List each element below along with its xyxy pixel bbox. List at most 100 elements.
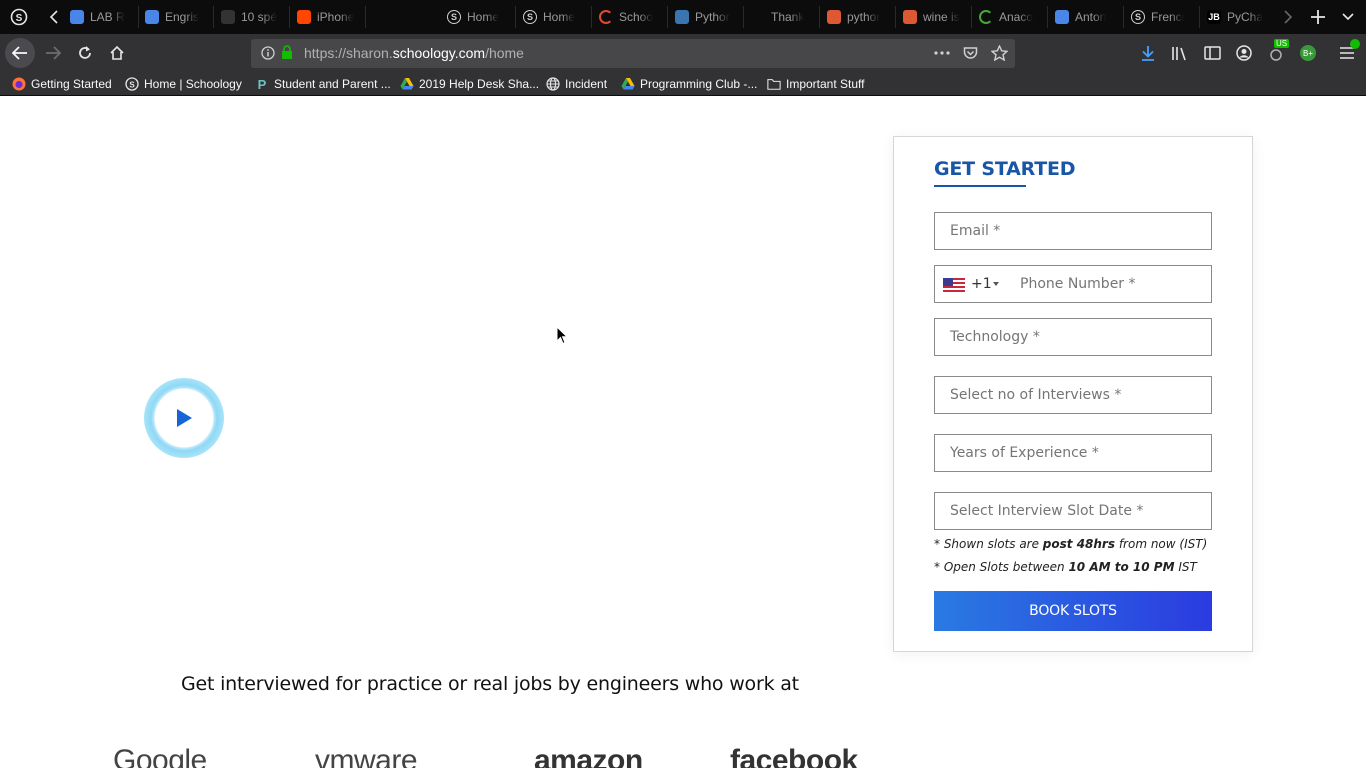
bookmark-label: Getting Started: [31, 77, 112, 91]
page-content: Get interviewed for practice or real job…: [0, 96, 1366, 768]
vpn-extension-button[interactable]: US: [1261, 38, 1291, 68]
bookmark-item[interactable]: S Home | Schoology: [125, 72, 242, 96]
tab-label: Thank: [771, 10, 805, 24]
google-docs-icon: [1055, 10, 1069, 24]
title-underline: [934, 185, 1026, 187]
svg-text:S: S: [16, 13, 23, 24]
tab-13[interactable]: S Frenci: [1123, 0, 1197, 34]
video-play-button[interactable]: [144, 378, 224, 458]
tab-label: Home: [467, 10, 500, 24]
tab-label: LAB R: [90, 10, 125, 24]
vpn-country-badge: US: [1274, 39, 1290, 48]
account-icon: [1236, 45, 1252, 61]
python-icon: [675, 10, 689, 24]
back-button[interactable]: [5, 38, 35, 68]
slot-date-placeholder: Select Interview Slot Date *: [950, 503, 1144, 519]
country-dial-code: +1: [971, 276, 992, 292]
email-placeholder: Email *: [950, 223, 1001, 239]
bookmark-item[interactable]: Getting Started: [12, 72, 112, 96]
tab-label: Engris: [165, 10, 200, 24]
reload-button[interactable]: [70, 38, 100, 68]
tab-8[interactable]: Thank: [743, 0, 817, 34]
bookmark-star-icon[interactable]: [991, 45, 1008, 61]
list-all-tabs-button[interactable]: [1336, 0, 1360, 34]
cfl-icon: [221, 10, 235, 24]
experience-field[interactable]: Years of Experience *: [934, 434, 1212, 472]
sidebar-button[interactable]: [1197, 38, 1227, 68]
blank-icon: [751, 10, 765, 24]
bookmark-item[interactable]: Important Stuff: [767, 72, 865, 96]
slots-note-text: * Shown slots are: [934, 537, 1043, 551]
tab-11[interactable]: Anaco: [971, 0, 1045, 34]
amazon-logo: amazon: [534, 744, 643, 768]
powerschool-icon: P: [255, 77, 269, 91]
tab-2[interactable]: 10 spé: [213, 0, 287, 34]
bplus-extension-button[interactable]: B+: [1293, 38, 1323, 68]
tab-label: PyCha: [1227, 10, 1264, 24]
bookmark-item[interactable]: Programming Club -...: [621, 72, 757, 96]
library-button[interactable]: [1165, 38, 1195, 68]
tab-label: pythor: [847, 10, 881, 24]
tab-9[interactable]: pythor: [819, 0, 893, 34]
tab-label: Schoo: [619, 10, 654, 24]
tab-1[interactable]: Engris: [137, 0, 211, 34]
info-icon[interactable]: [261, 46, 275, 60]
tab-label: iPhone: [317, 10, 355, 24]
form-title: GET STARTED: [934, 158, 1076, 180]
open-slots-note: * Open Slots between 10 AM to 10 PM IST: [934, 560, 1197, 574]
update-available-icon: [1350, 39, 1360, 49]
app-menu-button[interactable]: [1332, 38, 1362, 68]
tab-4[interactable]: S Home: [439, 0, 513, 34]
pocket-icon[interactable]: [963, 46, 978, 61]
downloads-button[interactable]: [1133, 38, 1163, 68]
globe-icon: [546, 77, 560, 91]
bookmark-label: Student and Parent ...: [274, 77, 391, 91]
google-docs-icon: [70, 10, 84, 24]
tab-label: Pythor: [695, 10, 730, 24]
book-slots-button[interactable]: BOOK SLOTS: [934, 591, 1212, 631]
schoology-pinned-tab[interactable]: S: [6, 0, 32, 34]
tab-5[interactable]: S Home: [515, 0, 589, 34]
interviews-select[interactable]: Select no of Interviews *: [934, 376, 1212, 414]
lock-icon[interactable]: [281, 45, 293, 60]
tab-14[interactable]: JB PyCha: [1199, 0, 1273, 34]
schoology-icon: S: [523, 10, 537, 24]
bookmark-item[interactable]: P Student and Parent ...: [255, 72, 391, 96]
get-started-form: GET STARTED Email * +1 Phone Number * Te…: [893, 136, 1253, 652]
forward-button[interactable]: [38, 38, 68, 68]
chevron-left-icon: [49, 10, 58, 24]
bookmark-item[interactable]: 2019 Help Desk Sha...: [400, 72, 539, 96]
tab-10[interactable]: wine is: [895, 0, 969, 34]
tab-label: wine is: [923, 10, 960, 24]
tab-3[interactable]: iPhone: [289, 0, 363, 34]
bookmark-label: Programming Club -...: [640, 77, 758, 91]
phone-field[interactable]: +1 Phone Number *: [934, 265, 1212, 303]
new-tab-button[interactable]: [1306, 0, 1330, 34]
account-button[interactable]: [1229, 38, 1259, 68]
vmware-logo: vmware: [315, 744, 418, 768]
url-text[interactable]: https://sharon.schoology.com/home: [304, 45, 524, 61]
bookmarks-toolbar: Getting Started S Home | Schoology P Student…: [0, 72, 1366, 96]
tab-7[interactable]: Pythor: [667, 0, 741, 34]
chevron-down-icon: [1342, 13, 1354, 21]
loading-icon: [599, 10, 613, 24]
slots-note: * Shown slots are post 48hrs from now (I…: [934, 537, 1207, 551]
email-field[interactable]: Email *: [934, 212, 1212, 250]
tab-0[interactable]: LAB R: [62, 0, 136, 34]
bookmark-label: Home | Schoology: [144, 77, 242, 91]
home-button[interactable]: [102, 38, 132, 68]
bookmark-item[interactable]: Incident: [546, 72, 607, 96]
schoology-icon: S: [10, 8, 28, 26]
tab-label: Home: [543, 10, 576, 24]
tab-6[interactable]: Schoo: [591, 0, 665, 34]
home-icon: [110, 45, 124, 60]
download-icon: [1142, 46, 1154, 61]
url-domain: schoology.com: [392, 45, 486, 61]
caret-down-icon: [993, 282, 999, 286]
slot-date-field[interactable]: Select Interview Slot Date *: [934, 492, 1212, 530]
tab-12[interactable]: Anton: [1047, 0, 1121, 34]
address-bar[interactable]: https://sharon.schoology.com/home: [251, 39, 1015, 68]
tab-scroll-right-button[interactable]: [1278, 0, 1298, 34]
technology-field[interactable]: Technology *: [934, 318, 1212, 356]
page-actions-icon[interactable]: [934, 51, 950, 55]
